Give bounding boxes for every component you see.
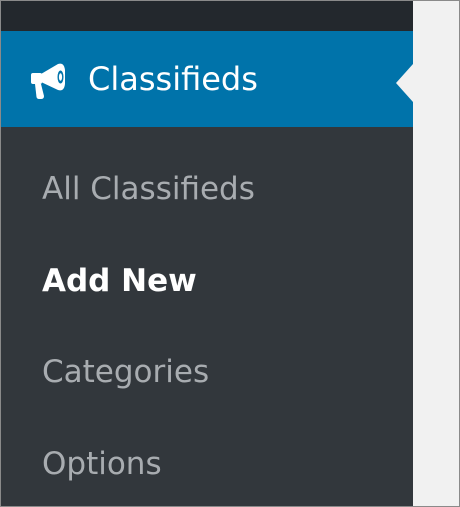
classifieds-menu-item[interactable]: Classifieds — [1, 31, 413, 127]
screenshot-frame: Classifieds All Classifieds Add New Cate… — [0, 0, 460, 507]
submenu-item-all-classifieds[interactable]: All Classifieds — [42, 169, 255, 209]
submenu-item-categories[interactable]: Categories — [42, 352, 209, 392]
submenu-item-add-new[interactable]: Add New — [42, 261, 197, 301]
classifieds-menu-label: Classifieds — [88, 60, 258, 98]
current-menu-pointer — [396, 64, 413, 102]
megaphone-icon — [27, 58, 71, 102]
admin-sidebar-menu: Classifieds All Classifieds Add New Cate… — [1, 1, 413, 506]
menu-top-strip — [1, 1, 413, 31]
submenu-item-options[interactable]: Options — [42, 444, 162, 484]
